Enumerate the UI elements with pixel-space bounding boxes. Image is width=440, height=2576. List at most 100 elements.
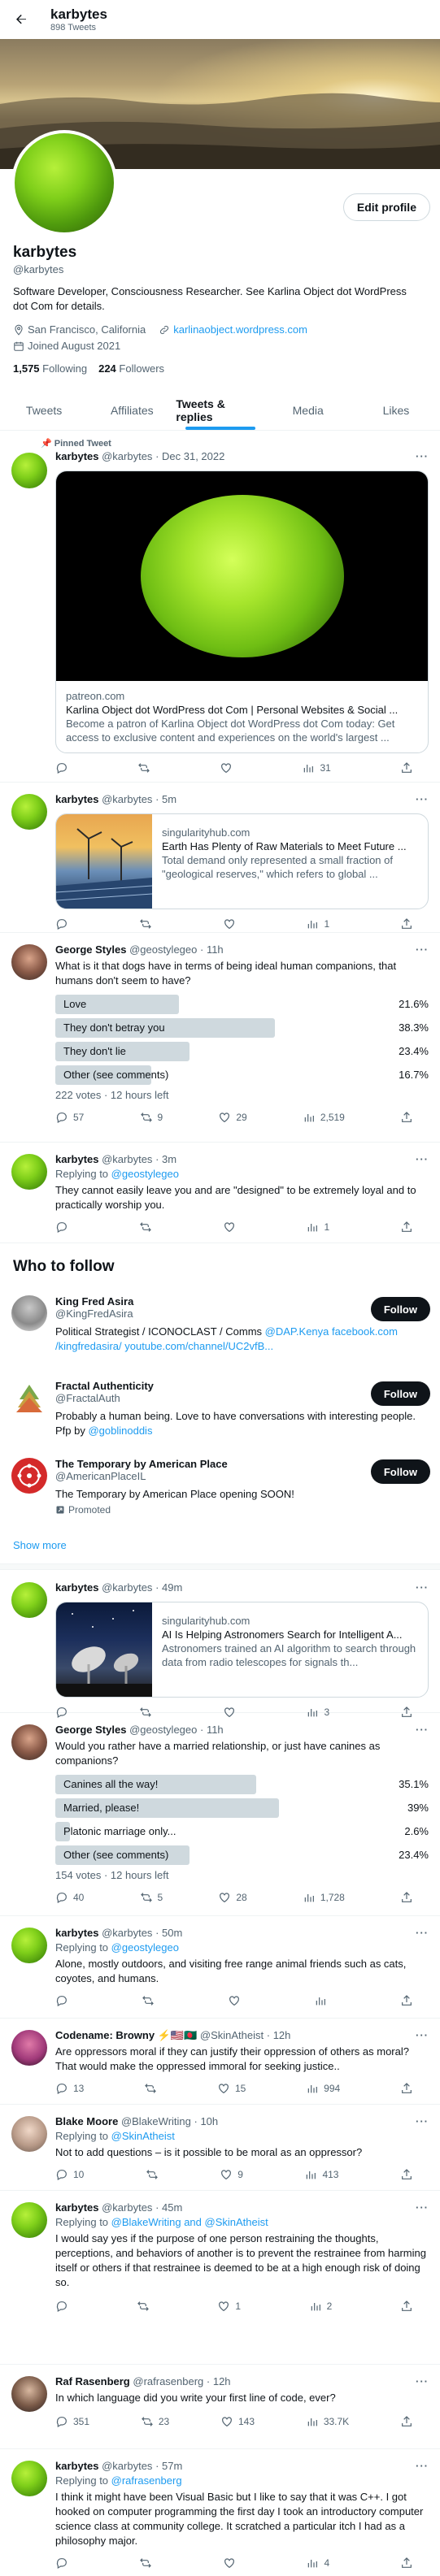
reply-button[interactable] [55, 2300, 68, 2313]
reply-button[interactable] [55, 1221, 68, 1234]
tweet-time[interactable]: · 10h [194, 2115, 219, 2127]
more-options-icon[interactable]: ··· [416, 1926, 429, 1941]
replying-to-handle[interactable]: @BlakeWriting and @SkinAtheist [111, 2216, 268, 2228]
tweet-reply[interactable]: karbytes @karbytes · 45m ··· Replying to… [0, 2191, 440, 2365]
more-options-icon[interactable]: ··· [416, 1152, 429, 1167]
retweet-button[interactable] [142, 1994, 155, 2007]
like-button[interactable] [220, 761, 233, 774]
like-button[interactable] [223, 1221, 236, 1234]
share-button[interactable] [400, 2300, 413, 2313]
share-button[interactable] [400, 761, 413, 774]
more-options-icon[interactable]: ··· [416, 2374, 429, 2389]
author-handle[interactable]: @karbytes [102, 793, 152, 805]
tweet-reply[interactable]: karbytes @karbytes · 57m ··· Replying to… [0, 2449, 440, 2576]
retweet-button[interactable]: 5 [140, 1891, 163, 1904]
website-item[interactable]: karlinaobject.wordpress.com [159, 322, 307, 338]
author-name[interactable]: karbytes [55, 1153, 98, 1165]
author-handle[interactable]: @karbytes [102, 1153, 152, 1165]
author-handle[interactable]: @karbytes [102, 2201, 152, 2214]
more-options-icon[interactable]: ··· [416, 2201, 429, 2215]
avatar[interactable] [11, 944, 47, 980]
like-button[interactable] [223, 2556, 236, 2569]
more-options-icon[interactable]: ··· [416, 2028, 429, 2043]
share-button[interactable] [400, 1221, 413, 1234]
reply-button[interactable] [55, 917, 68, 930]
avatar[interactable] [11, 794, 47, 830]
author-name[interactable]: karbytes [55, 2460, 98, 2472]
tweet-time[interactable]: · 5m [155, 793, 176, 805]
author-handle[interactable]: @rafrasenberg [133, 2375, 203, 2387]
bio-link[interactable]: @goblinoddis [88, 1425, 152, 1437]
tab-tweets[interactable]: Tweets [0, 390, 88, 430]
author-name[interactable]: Raf Rasenberg [55, 2375, 130, 2387]
avatar[interactable] [11, 1380, 47, 1416]
retweet-button[interactable] [137, 761, 150, 774]
tweet-time[interactable]: · 50m [155, 1927, 182, 1939]
tweet-poll[interactable]: George Styles @geostylegeo · 11h ··· Wha… [0, 933, 440, 1143]
share-button[interactable] [400, 1994, 413, 2007]
author-name[interactable]: karbytes [55, 1581, 98, 1594]
like-button[interactable] [228, 1994, 241, 2007]
author-name[interactable]: karbytes [55, 1927, 98, 1939]
follow-suggestion[interactable]: King Fred Asira @KingFredAsira Political… [0, 1295, 440, 1377]
views-button[interactable]: 413 [304, 2168, 338, 2181]
replying-to-handle[interactable]: @SkinAtheist [111, 2130, 175, 2142]
more-options-icon[interactable]: ··· [416, 943, 429, 957]
author-handle[interactable]: @karbytes [102, 1581, 152, 1594]
tweet[interactable]: Codename: Browny ⚡🇺🇸🇧🇩 @SkinAtheist · 12… [0, 2019, 440, 2105]
more-options-icon[interactable]: ··· [416, 1581, 429, 1595]
avatar[interactable] [11, 2461, 47, 2496]
reply-button[interactable]: 57 [55, 1111, 84, 1124]
link-card[interactable]: singularityhub.com AI Is Helping Astrono… [55, 1602, 429, 1698]
reply-button[interactable]: 351 [55, 2415, 89, 2428]
like-button[interactable]: 15 [217, 2082, 246, 2095]
author-name[interactable]: karbytes [55, 793, 98, 805]
tweet-time[interactable]: · 3m [155, 1153, 176, 1165]
tab-affiliates[interactable]: Affiliates [88, 390, 176, 430]
tweet-time[interactable]: · 11h [200, 1724, 224, 1736]
views-button[interactable]: 2,519 [303, 1111, 345, 1124]
tab-media[interactable]: Media [264, 390, 352, 430]
author-handle[interactable]: @geostylegeo [129, 1724, 197, 1736]
retweet-button[interactable] [139, 1221, 152, 1234]
reply-button[interactable]: 40 [55, 1891, 84, 1904]
reply-button[interactable] [55, 761, 68, 774]
views-button[interactable]: 31 [302, 761, 331, 774]
share-button[interactable] [400, 2556, 413, 2569]
more-options-icon[interactable]: ··· [416, 2459, 429, 2474]
views-button[interactable]: 1,728 [303, 1891, 345, 1904]
share-button[interactable] [400, 1891, 413, 1904]
share-button[interactable] [400, 1111, 413, 1124]
back-arrow-icon[interactable] [10, 8, 33, 31]
profile-website-link[interactable]: karlinaobject.wordpress.com [173, 322, 307, 338]
more-options-icon[interactable]: ··· [416, 1723, 429, 1737]
edit-profile-button[interactable]: Edit profile [342, 193, 430, 221]
reply-button[interactable]: 13 [55, 2082, 84, 2095]
link-card[interactable]: singularityhub.com Earth Has Plenty of R… [55, 813, 429, 909]
following-stat[interactable]: 1,575 Following [13, 362, 87, 375]
like-button[interactable]: 143 [220, 2415, 255, 2428]
avatar[interactable] [11, 2202, 47, 2238]
author-handle[interactable]: @karbytes [102, 2460, 152, 2472]
author-name[interactable]: George Styles [55, 1724, 126, 1736]
views-button[interactable]: 4 [306, 2556, 329, 2569]
tweet-reply[interactable]: karbytes @karbytes · 50m ··· Replying to… [0, 1916, 440, 2019]
retweet-button[interactable] [139, 2556, 152, 2569]
tweet-time[interactable]: · 12h [267, 2029, 291, 2041]
like-button[interactable]: 28 [218, 1891, 247, 1904]
avatar[interactable] [11, 1154, 47, 1190]
retweet-button[interactable] [137, 2300, 150, 2313]
replying-to-handle[interactable]: @geostylegeo [111, 1168, 179, 1180]
follow-button[interactable]: Follow [370, 1297, 430, 1321]
share-button[interactable] [400, 2168, 413, 2181]
author-name[interactable]: George Styles [55, 943, 126, 956]
tweet[interactable]: Raf Rasenberg @rafrasenberg · 12h ··· In… [0, 2365, 440, 2449]
views-button[interactable]: 1 [306, 1221, 329, 1234]
author-name[interactable]: karbytes [55, 450, 98, 462]
followers-stat[interactable]: 224 Followers [98, 362, 164, 375]
retweet-button[interactable] [144, 2082, 157, 2095]
share-button[interactable] [400, 2415, 413, 2428]
tab-tweets-and-replies[interactable]: Tweets & replies [176, 390, 264, 430]
avatar[interactable] [11, 2116, 47, 2152]
avatar[interactable] [11, 1295, 47, 1331]
